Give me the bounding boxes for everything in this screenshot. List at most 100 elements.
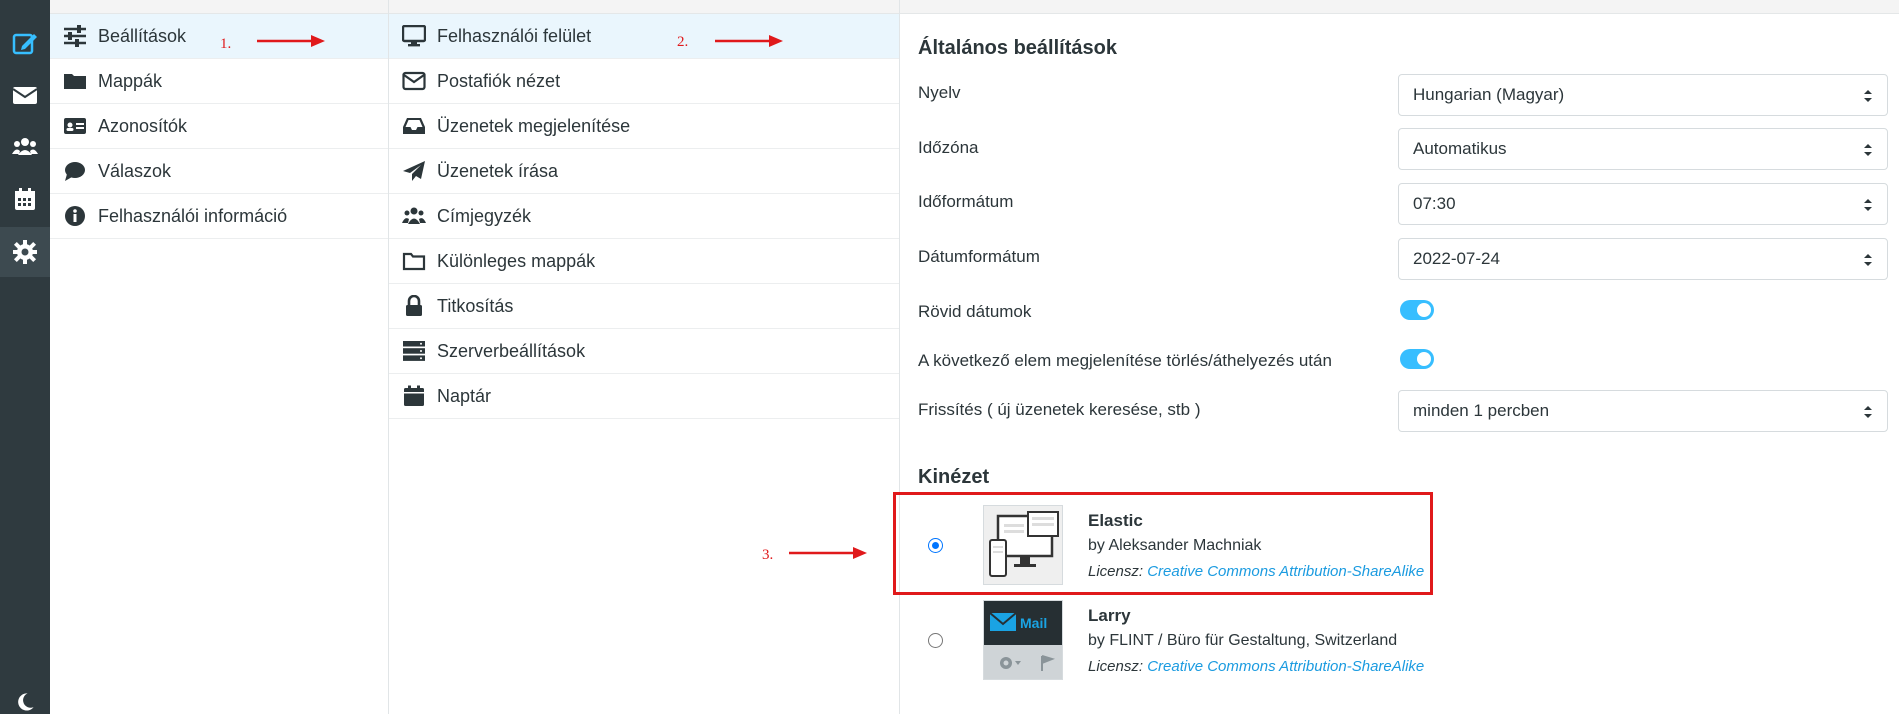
annotation-highlight-box [893, 492, 1433, 595]
pref-user-interface[interactable]: Felhasználói felület [389, 14, 899, 59]
annotation-step-1: 1. [220, 36, 232, 52]
folder-icon [62, 70, 88, 92]
panel-header [50, 0, 388, 14]
pretty-dates-label: Rövid dátumok [918, 302, 1032, 321]
license-label: Licensz: [1088, 658, 1144, 675]
annotation-arrow-2 [715, 35, 783, 47]
settings-button[interactable] [0, 227, 50, 277]
pref-label: Naptár [437, 385, 492, 406]
contacts-icon [12, 138, 38, 155]
date-format-select[interactable]: 2022-07-24 [1398, 238, 1888, 280]
server-icon [401, 340, 427, 362]
display-next-label: A következő elem megjelenítése törlés/át… [918, 351, 1332, 370]
pref-label: Különleges mappák [437, 250, 596, 271]
folder-outline-icon [401, 250, 427, 272]
envelope-icon [401, 70, 427, 92]
sliders-icon [62, 25, 88, 47]
annotation-step-2: 2. [677, 34, 689, 50]
annotation-arrow-3 [789, 547, 867, 559]
select-caret-icon [1864, 199, 1872, 211]
pref-composing-messages[interactable]: Üzenetek írása [389, 149, 899, 194]
main-nav-rail [0, 0, 50, 714]
section-label: Válaszok [98, 160, 172, 181]
select-caret-icon [1864, 406, 1872, 418]
section-responses[interactable]: Válaszok [50, 149, 388, 194]
skin-license: Licensz: Creative Commons Attribution-Sh… [1088, 658, 1424, 675]
larry-thumbnail: Mail [983, 600, 1063, 680]
section-label: Azonosítók [98, 115, 188, 136]
compose-icon [12, 33, 37, 55]
pref-server-settings[interactable]: Szerverbeállítások [389, 329, 899, 374]
calendar-icon [401, 385, 427, 407]
language-select[interactable]: Hungarian (Magyar) [1398, 74, 1888, 116]
mail-icon [12, 87, 38, 104]
language-label: Nyelv [918, 83, 961, 102]
pref-label: Postafiók nézet [437, 70, 561, 91]
section-folders[interactable]: Mappák [50, 59, 388, 104]
timezone-label: Időzóna [918, 138, 979, 157]
pref-label: Címjegyzék [437, 205, 532, 226]
settings-form-panel: Általános beállítások Nyelv Hungarian (M… [900, 0, 1899, 714]
pref-label: Üzenetek írása [437, 160, 559, 181]
skin-radio-larry[interactable] [928, 633, 943, 648]
pref-mailbox-view[interactable]: Postafiók nézet [389, 59, 899, 104]
time-format-value: 07:30 [1413, 194, 1456, 213]
info-icon [62, 205, 88, 227]
time-format-label: Időformátum [918, 192, 1014, 211]
dark-mode-button[interactable] [0, 690, 50, 714]
skin-option-larry[interactable]: Mail Larry by FLINT / Büro für Gestaltun… [928, 600, 1528, 680]
timezone-value: Automatikus [1413, 139, 1507, 158]
date-format-value: 2022-07-24 [1413, 249, 1500, 268]
settings-icon [13, 240, 37, 264]
comment-icon [62, 160, 88, 182]
select-caret-icon [1864, 254, 1872, 266]
time-format-select[interactable]: 07:30 [1398, 183, 1888, 225]
panel-header [900, 0, 1899, 14]
contacts-button[interactable] [0, 122, 50, 172]
display-next-toggle[interactable] [1400, 349, 1434, 369]
section-label: Mappák [98, 70, 163, 91]
section-preferences[interactable]: Beállítások [50, 14, 388, 59]
settings-sections-panel: Beállítások Mappák Azonosítók Válaszok F… [50, 0, 389, 714]
pref-calendar[interactable]: Naptár [389, 374, 899, 419]
desktop-icon [401, 25, 427, 47]
pref-special-folders[interactable]: Különleges mappák [389, 239, 899, 284]
refresh-interval-select[interactable]: minden 1 percben [1398, 390, 1888, 432]
calendar-button[interactable] [0, 174, 50, 224]
refresh-interval-label: Frissítés ( új üzenetek keresése, stb ) [918, 400, 1201, 419]
date-format-label: Dátumformátum [918, 247, 1040, 266]
pref-label: Titkosítás [437, 295, 514, 316]
compose-button[interactable] [0, 18, 50, 68]
skin-section-title: Kinézet [918, 466, 990, 488]
pretty-dates-toggle[interactable] [1400, 300, 1434, 320]
pref-label: Üzenetek megjelenítése [437, 115, 631, 136]
panel-header [389, 0, 899, 14]
general-settings-title: Általános beállítások [918, 37, 1117, 59]
mail-button[interactable] [0, 70, 50, 120]
skin-name: Larry [1088, 606, 1131, 625]
calendar-icon [15, 188, 35, 210]
pref-label: Szerverbeállítások [437, 340, 586, 361]
larry-thumb-text: Mail [1020, 615, 1047, 631]
pref-encryption[interactable]: Titkosítás [389, 284, 899, 329]
select-caret-icon [1864, 144, 1872, 156]
refresh-interval-value: minden 1 percben [1413, 401, 1550, 420]
pref-addressbook[interactable]: Címjegyzék [389, 194, 899, 239]
skin-author: by FLINT / Büro für Gestaltung, Switzerl… [1088, 632, 1398, 649]
pref-label: Felhasználói felület [437, 25, 592, 46]
license-link[interactable]: Creative Commons Attribution-ShareAlike [1147, 658, 1424, 675]
select-caret-icon [1864, 90, 1872, 102]
section-identities[interactable]: Azonosítók [50, 104, 388, 149]
annotation-step-3: 3. [762, 547, 774, 563]
annotation-arrow-1 [257, 35, 325, 47]
section-user-info[interactable]: Felhasználói információ [50, 194, 388, 239]
app-window: Beállítások Mappák Azonosítók Válaszok F… [0, 0, 1899, 714]
pref-displaying-messages[interactable]: Üzenetek megjelenítése [389, 104, 899, 149]
users-icon [401, 205, 427, 227]
language-value: Hungarian (Magyar) [1413, 85, 1565, 104]
larry-mail-icon: Mail [984, 601, 1062, 679]
lock-icon [401, 295, 427, 317]
preference-sections-panel: Felhasználói felület Postafiók nézet Üze… [389, 0, 900, 714]
timezone-select[interactable]: Automatikus [1398, 128, 1888, 170]
dark-mode-icon [18, 693, 34, 711]
